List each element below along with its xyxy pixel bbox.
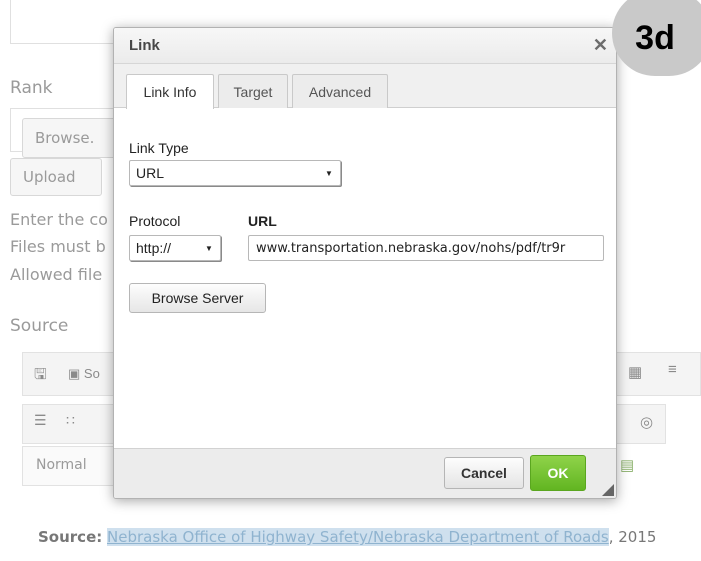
tab-target[interactable]: Target — [218, 74, 288, 108]
source-caption-label: Source: — [38, 528, 103, 546]
toolbar-source-label: So — [83, 366, 100, 381]
step-badge: 3d — [612, 0, 701, 76]
url-input[interactable]: www.transportation.nebraska.gov/nohs/pdf… — [248, 235, 604, 261]
top-input-box — [10, 0, 120, 44]
ok-button[interactable]: OK — [530, 455, 586, 491]
link-type-select[interactable]: URL ▼ — [129, 160, 341, 186]
table-icon[interactable]: ▦ — [628, 363, 642, 381]
link-dialog: Link ✕ Link Info Target Advanced Link Ty… — [113, 27, 617, 499]
source-caption-link[interactable]: Nebraska Office of Highway Safety/Nebras… — [107, 528, 609, 546]
dialog-footer: Cancel OK — [114, 448, 616, 498]
chevron-down-icon: ▼ — [325, 168, 333, 178]
tab-advanced[interactable]: Advanced — [292, 74, 388, 108]
protocol-select[interactable]: http:// ▼ — [129, 235, 221, 261]
image-icon[interactable]: ▤ — [620, 456, 634, 474]
save-icon[interactable]: 🖫 — [34, 364, 47, 389]
help-line-1: Enter the co — [10, 210, 108, 229]
horizontal-rule-icon[interactable]: ≡ — [668, 361, 677, 378]
upload-button[interactable]: Upload — [10, 158, 102, 196]
url-label: URL — [248, 213, 277, 229]
source-caption-year: , 2015 — [608, 528, 657, 546]
rank-label: Rank — [10, 78, 53, 98]
numbered-list-icon[interactable]: ☰ — [34, 412, 47, 429]
help-line-3: Allowed file — [10, 265, 103, 284]
close-icon[interactable]: ✕ — [593, 36, 608, 54]
browse-server-button[interactable]: Browse Server — [129, 283, 266, 313]
browse-button[interactable]: Browse. — [22, 118, 122, 158]
protocol-value: http:// — [136, 240, 172, 256]
help-line-2: Files must b — [10, 237, 106, 256]
format-select-value: Normal — [36, 457, 87, 473]
link-type-value: URL — [136, 165, 165, 181]
cancel-button[interactable]: Cancel — [444, 457, 524, 489]
source-icon[interactable]: ▣ So — [68, 366, 100, 382]
protocol-label: Protocol — [129, 213, 181, 229]
spellcheck-icon[interactable]: ◎ — [640, 413, 653, 431]
dialog-title: Link — [114, 28, 616, 64]
resize-handle-icon[interactable] — [602, 484, 614, 496]
chevron-down-icon: ▼ — [205, 243, 213, 253]
source-caption: Source: Nebraska Office of Highway Safet… — [38, 528, 656, 546]
tab-link-info[interactable]: Link Info — [126, 74, 214, 109]
dialog-tabbar: Link Info Target Advanced — [114, 64, 616, 109]
source-heading: Source — [10, 316, 69, 336]
link-type-label: Link Type — [129, 140, 189, 156]
bulleted-list-icon[interactable]: ∷ — [66, 412, 75, 429]
